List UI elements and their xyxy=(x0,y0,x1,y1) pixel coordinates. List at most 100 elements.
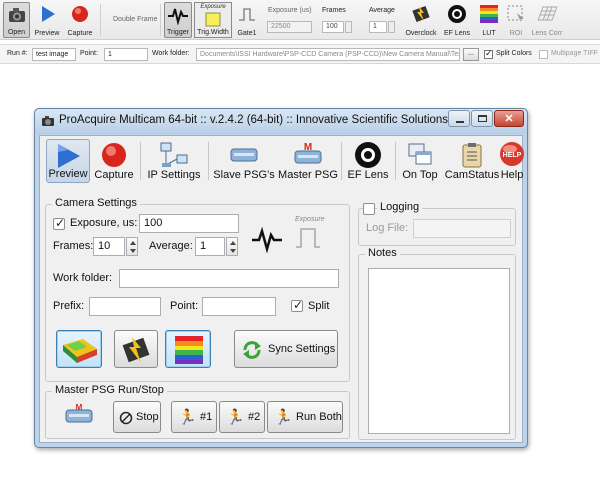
run-both-button[interactable]: 🏃 Run Both xyxy=(267,401,343,433)
master-psg-label: Master PSG xyxy=(278,169,338,181)
ip-settings-label: IP Settings xyxy=(147,169,201,181)
run1-button[interactable]: 🏃 #1 xyxy=(171,401,217,433)
color-map-button[interactable] xyxy=(56,330,102,368)
close-icon: ✕ xyxy=(504,113,514,125)
sync-settings-button[interactable]: Sync Settings xyxy=(234,330,338,368)
cam-status-button[interactable]: CamStatus xyxy=(444,139,500,183)
trigger-button[interactable]: Trigger xyxy=(164,2,192,38)
split-checkbox[interactable] xyxy=(291,298,303,312)
trig-width-label: Trig.Width xyxy=(197,29,229,36)
exposure-icon-caption: Exposure xyxy=(295,216,325,223)
split-colors-label: Split Colors xyxy=(496,50,532,57)
title-bar[interactable]: ProAcquire Multicam 64-bit :: v.2.4.2 (6… xyxy=(35,109,527,134)
pulse-icon xyxy=(168,8,188,25)
on-top-label: On Top xyxy=(402,169,438,181)
work-folder-input[interactable] xyxy=(119,269,339,288)
logging-checkbox[interactable] xyxy=(363,203,375,215)
notes-title: Notes xyxy=(365,247,400,259)
camera-settings-group: Camera Settings Exposure, us: 100 Frames… xyxy=(45,197,350,382)
lut-label: LUT xyxy=(482,30,496,37)
run2-button[interactable]: 🏃 #2 xyxy=(219,401,265,433)
trigger-pulse-icon[interactable] xyxy=(251,225,283,253)
preview-ribbon-button[interactable]: Preview xyxy=(32,2,62,38)
capture-button[interactable]: Capture xyxy=(92,139,136,183)
run-settings-strip: Run #: test image Point: 1 Work folder: … xyxy=(0,44,600,64)
close-button[interactable]: ✕ xyxy=(494,110,524,127)
gate1-button[interactable]: Gate1 xyxy=(234,2,260,38)
toolbar-separator xyxy=(140,142,141,180)
selection-icon xyxy=(507,5,524,23)
overclock-chip-button[interactable] xyxy=(114,330,158,368)
browse-button[interactable]: ... xyxy=(463,48,479,61)
gate-icon xyxy=(239,8,255,21)
rainbow-icon xyxy=(175,336,203,364)
trig-width-button[interactable]: Exposure Trig.Width xyxy=(194,2,232,38)
help-label: Help xyxy=(500,169,524,181)
open-button[interactable]: Open xyxy=(3,2,30,38)
point-input[interactable]: 1 xyxy=(104,48,148,61)
open-label: Open xyxy=(7,29,26,36)
lut-button[interactable]: LUT xyxy=(476,2,502,38)
average-spinner[interactable] xyxy=(226,237,238,256)
slave-psg-button[interactable]: Slave PSG's xyxy=(212,139,276,183)
point-label: Point: xyxy=(80,50,98,57)
notes-group: Notes xyxy=(358,247,516,440)
minimize-button[interactable] xyxy=(448,110,470,127)
lens-corr-button[interactable]: Lens Corr xyxy=(530,2,564,38)
ribbon-frames-label: Frames xyxy=(322,7,346,14)
multipage-checkbox[interactable] xyxy=(539,50,548,59)
runner-icon: 🏃 xyxy=(274,409,293,426)
exposure-width-icon[interactable] xyxy=(295,225,321,249)
preview-button[interactable]: Preview xyxy=(46,139,90,183)
lut-palette-button[interactable] xyxy=(165,330,211,368)
multipage-label: Multipage TIFF xyxy=(551,50,598,57)
exposure-label: Exposure, us: xyxy=(70,217,138,229)
prefix-input[interactable] xyxy=(89,297,161,316)
frames-input[interactable]: 10 xyxy=(93,237,125,256)
work-folder-input[interactable]: Documents\ISSI Hardware\PSP-CCD Camera (… xyxy=(196,48,460,61)
average-input[interactable]: 1 xyxy=(195,237,225,256)
runner-icon: 🏃 xyxy=(178,409,197,426)
roi-button[interactable]: ROI xyxy=(504,2,528,38)
run-input[interactable]: test image xyxy=(32,48,76,61)
ribbon-separator xyxy=(100,4,101,36)
slave-psg-label: Slave PSG's xyxy=(213,169,275,181)
exposure-checkbox[interactable] xyxy=(53,216,65,230)
point-input[interactable] xyxy=(202,297,276,316)
master-psg-device-icon: M xyxy=(65,404,93,423)
ribbon-frames-spinner[interactable] xyxy=(345,21,352,33)
roi-label: ROI xyxy=(509,30,523,37)
point-label: Point: xyxy=(170,300,199,312)
play-icon xyxy=(42,6,55,22)
ribbon-average-input[interactable]: 1 xyxy=(369,21,387,33)
windows-icon xyxy=(408,143,432,165)
ribbon-average-spinner[interactable] xyxy=(388,21,395,33)
ef-lens-ribbon-button[interactable]: EF Lens xyxy=(442,2,472,38)
exposure-pulse-icon xyxy=(205,12,221,27)
log-file-label: Log File: xyxy=(366,222,409,234)
overclock-button[interactable]: Overclock xyxy=(404,2,438,38)
capture-ribbon-button[interactable]: Capture xyxy=(64,2,96,38)
master-psg-button[interactable]: M Master PSG xyxy=(278,139,338,183)
trig-width-caption: Exposure xyxy=(200,4,226,10)
help-button[interactable]: HELP Help xyxy=(494,139,530,183)
ribbon-average-label: Average xyxy=(369,7,395,14)
grid-icon xyxy=(537,6,558,21)
chip-icon xyxy=(412,5,430,23)
notes-textarea[interactable] xyxy=(368,268,510,434)
log-file-input[interactable] xyxy=(413,219,511,238)
logging-group: Logging Log File: xyxy=(358,201,516,246)
split-colors-checkbox[interactable] xyxy=(484,48,493,59)
ip-settings-button[interactable]: IP Settings xyxy=(144,139,204,183)
stop-button[interactable]: Stop xyxy=(113,401,161,433)
on-top-button[interactable]: On Top xyxy=(398,139,442,183)
frames-spinner[interactable] xyxy=(126,237,138,256)
split-label: Split xyxy=(308,300,330,312)
rainbow-icon xyxy=(480,5,498,23)
ef-lens-button[interactable]: EF Lens xyxy=(345,139,391,183)
capture-label: Capture xyxy=(94,169,134,181)
maximize-button[interactable] xyxy=(471,110,493,127)
exposure-input[interactable]: 100 xyxy=(139,214,239,233)
ribbon-frames-input[interactable]: 100 xyxy=(322,21,344,33)
ribbon-exposure-input[interactable]: 22500 xyxy=(267,21,312,33)
